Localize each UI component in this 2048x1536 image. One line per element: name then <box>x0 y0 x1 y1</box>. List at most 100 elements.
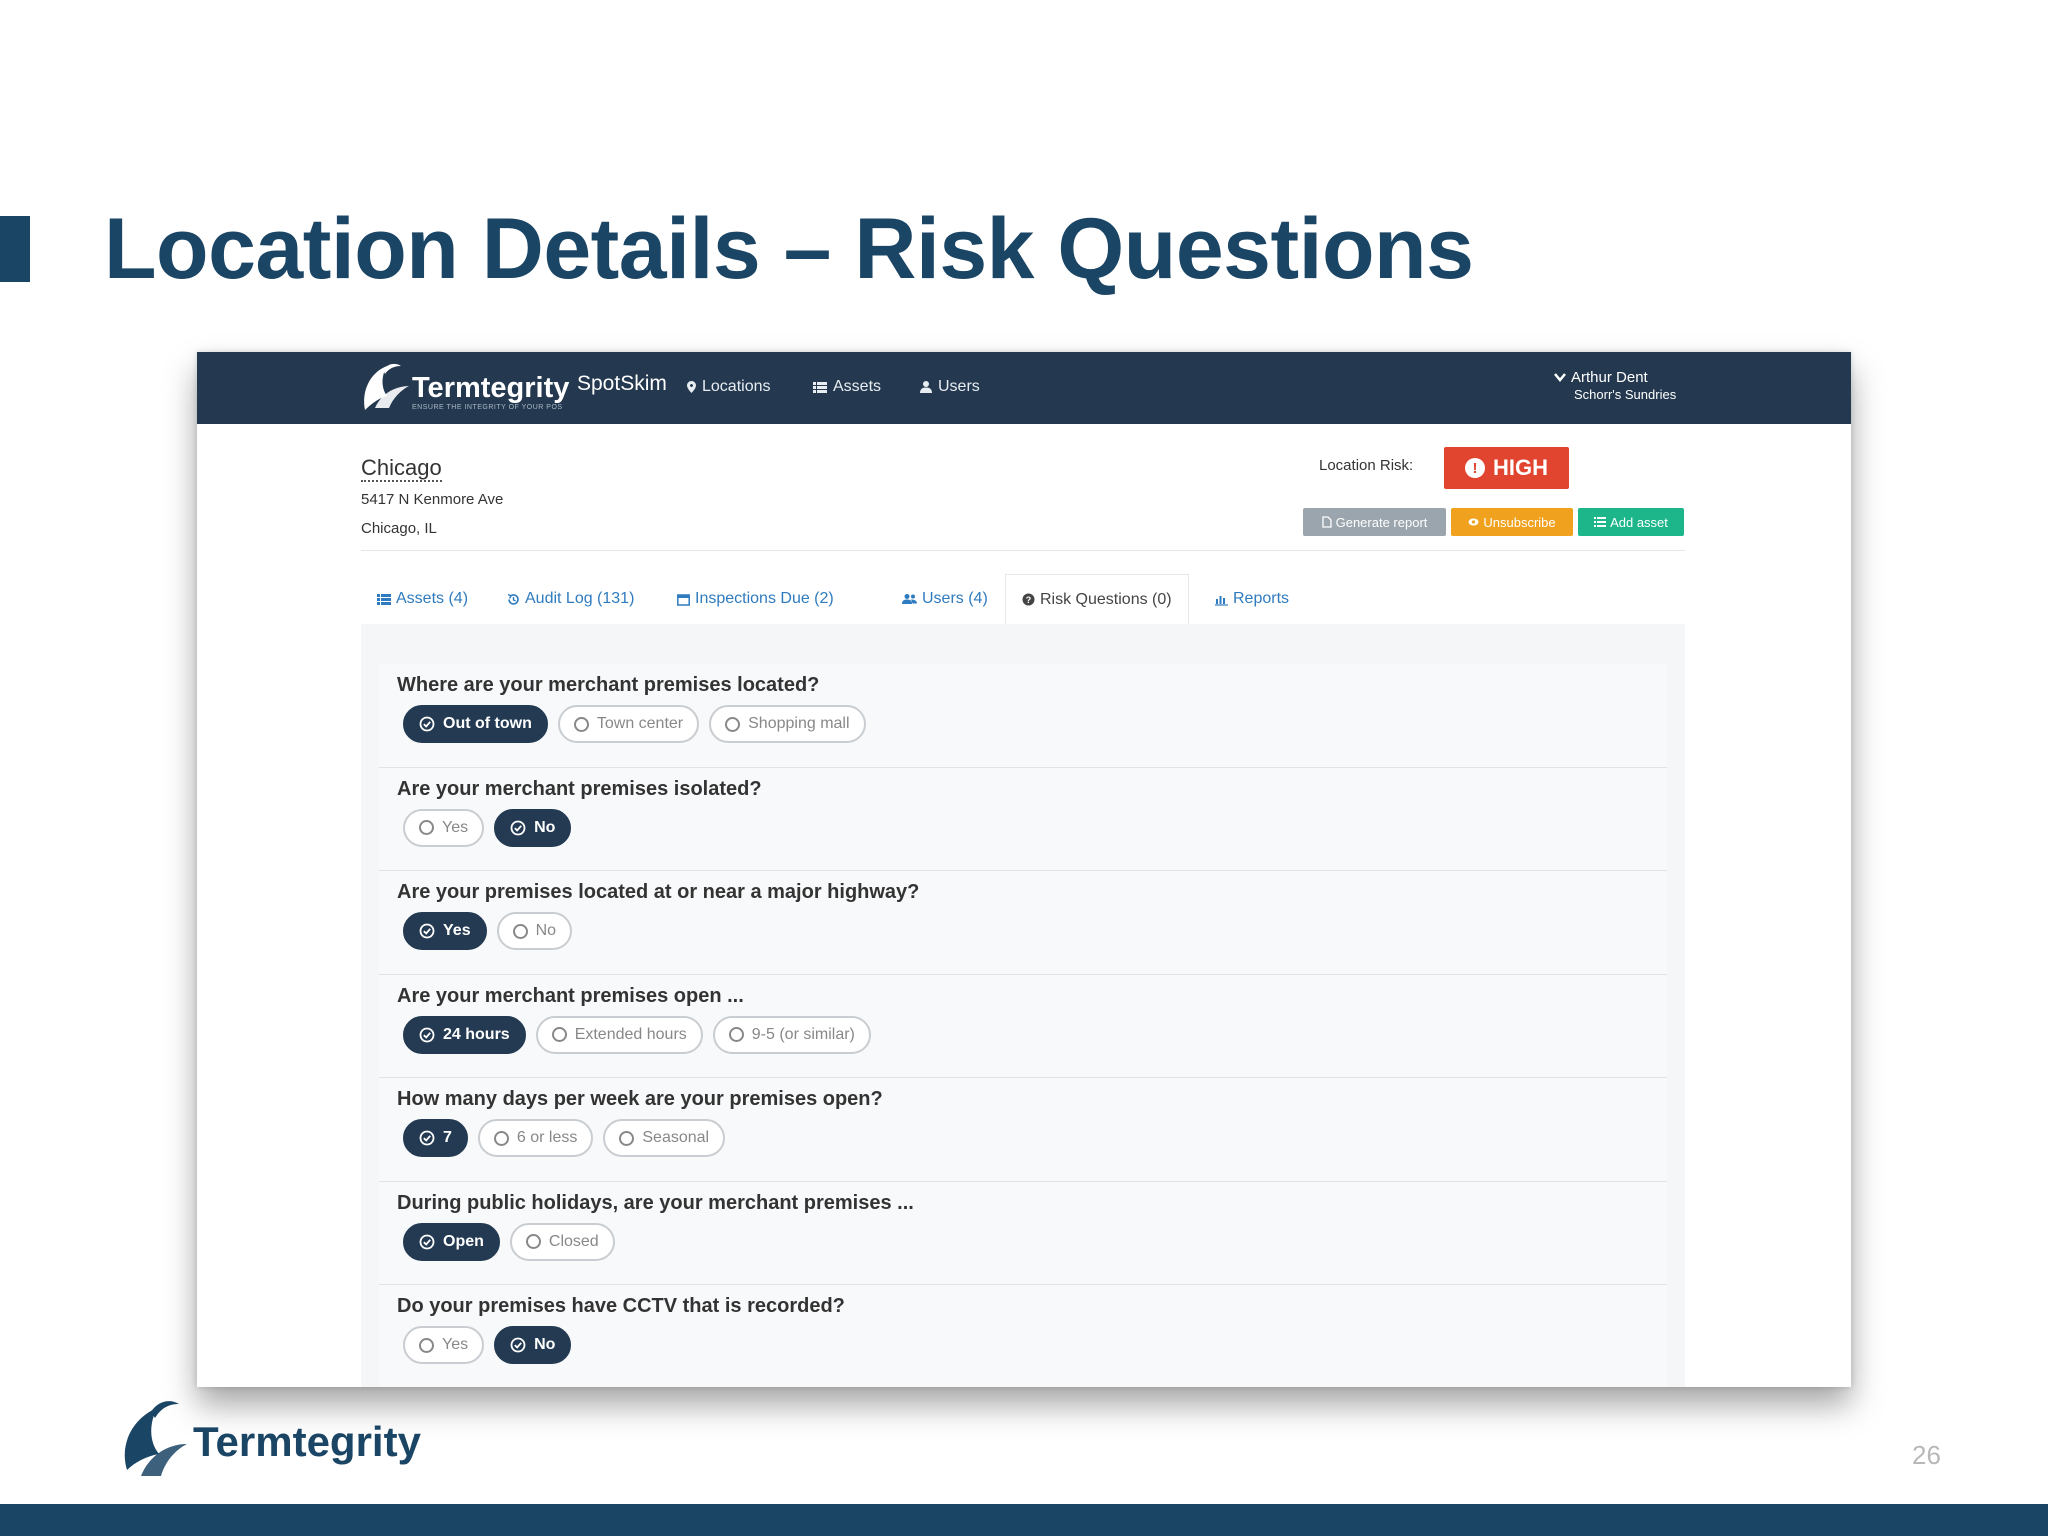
tab-label: Inspections Due (2) <box>695 590 834 607</box>
tab-label: Reports <box>1233 590 1290 607</box>
tab-audit-log[interactable]: Audit Log (131) <box>491 574 650 624</box>
radio-circle-icon <box>512 923 528 939</box>
exclamation-circle-icon: ! <box>1465 458 1485 478</box>
option-pill-selected[interactable]: 24 hours <box>403 1015 526 1054</box>
option-pill-selected[interactable]: No <box>494 1326 572 1364</box>
question-text: During public holidays, are your merchan… <box>397 1191 914 1214</box>
tab-bar: Assets (4) Audit Log (131) Inspections D… <box>361 574 1685 624</box>
option-label: Seasonal <box>642 1129 710 1146</box>
option-pill-selected[interactable]: Yes <box>403 912 487 950</box>
option-group: Out of town Town center Shopping mall <box>397 705 1667 743</box>
option-pill-selected[interactable]: Open <box>403 1222 500 1261</box>
tab-users[interactable]: Users (4) <box>886 574 1004 624</box>
app-screenshot: Termtegrity ENSURE THE INTEGRITY OF YOUR… <box>197 352 1851 1387</box>
generate-report-label: Generate report <box>1335 514 1428 530</box>
option-group: 7 6 or less Seasonal <box>397 1119 1667 1157</box>
tab-label: Audit Log (131) <box>525 590 635 607</box>
option-pill-selected[interactable]: No <box>494 808 572 847</box>
bar-chart-icon <box>1215 595 1228 606</box>
risk-badge: ! HIGH <box>1444 447 1569 489</box>
question-text: Are your merchant premises open ... <box>397 984 744 1007</box>
tab-inspections-due[interactable]: Inspections Due (2) <box>661 574 850 624</box>
navbar: Termtegrity ENSURE THE INTEGRITY OF YOUR… <box>197 352 1851 424</box>
list-icon <box>377 593 391 605</box>
nav-item-locations[interactable]: Locations <box>687 378 771 396</box>
nav-item-assets[interactable]: Assets <box>813 378 881 396</box>
option-group: Yes No <box>397 1326 1667 1364</box>
option-pill[interactable]: 6 or less <box>477 1119 594 1157</box>
option-label: No <box>535 922 557 939</box>
option-pill[interactable]: Yes <box>403 808 485 847</box>
generate-report-button[interactable]: Generate report <box>1303 508 1446 536</box>
option-label: Yes <box>443 922 471 939</box>
question-circle-icon: ? <box>1022 593 1035 606</box>
option-pill[interactable]: Closed <box>509 1222 615 1261</box>
option-group: Open Closed <box>397 1222 1667 1261</box>
navbar-brand[interactable]: SpotSkim <box>577 372 667 396</box>
option-label: Town center <box>596 715 684 732</box>
check-circle-icon <box>510 1337 526 1353</box>
check-circle-icon <box>419 1234 435 1249</box>
option-pill[interactable]: 9-5 (or similar) <box>712 1015 871 1054</box>
list-icon <box>813 381 827 393</box>
option-label: 6 or less <box>516 1129 578 1146</box>
radio-circle-icon <box>493 1130 509 1146</box>
option-pill-selected[interactable]: Out of town <box>403 705 548 743</box>
tab-reports[interactable]: Reports <box>1199 574 1305 624</box>
svg-text:?: ? <box>1026 595 1032 605</box>
check-circle-icon <box>419 1130 435 1146</box>
option-pill[interactable]: Shopping mall <box>709 705 866 743</box>
chevron-down-icon <box>1554 373 1566 382</box>
option-pill[interactable]: Seasonal <box>603 1119 726 1157</box>
check-circle-icon <box>510 820 526 835</box>
option-label: No <box>534 1336 556 1353</box>
divider <box>361 550 1685 551</box>
nav-item-label: Assets <box>833 378 882 395</box>
location-name[interactable]: Chicago <box>361 456 442 482</box>
question-row: Are your merchant premises open ... 24 ho… <box>379 974 1667 1078</box>
tab-label: Risk Questions (0) <box>1040 590 1172 608</box>
location-address-line1: 5417 N Kenmore Ave <box>361 491 504 508</box>
unsubscribe-button[interactable]: Unsubscribe <box>1451 508 1573 536</box>
question-list: Where are your merchant premises located… <box>379 664 1667 1387</box>
nav-item-label: Locations <box>702 378 771 395</box>
add-asset-button[interactable]: Add asset <box>1578 508 1684 536</box>
question-text: Where are your merchant premises located… <box>397 674 820 696</box>
question-text: How many days per week are your premises… <box>397 1088 883 1110</box>
radio-circle-icon <box>525 1234 541 1249</box>
tab-assets[interactable]: Assets (4) <box>361 574 484 624</box>
nav-item-users[interactable]: Users <box>920 378 980 396</box>
risk-value: HIGH <box>1493 455 1548 480</box>
user-org: Schorr's Sundries <box>1574 387 1677 402</box>
list-icon <box>1594 517 1607 527</box>
option-pill-selected[interactable]: 7 <box>403 1119 468 1157</box>
question-text: Are your merchant premises isolated? <box>397 777 762 800</box>
slide-title: Location Details – Risk Questions <box>104 201 1474 297</box>
page-number: 26 <box>1912 1440 1941 1470</box>
option-label: Shopping mall <box>748 715 850 732</box>
tab-risk-questions[interactable]: ? Risk Questions (0) <box>1005 574 1189 624</box>
option-pill[interactable]: Town center <box>557 705 700 743</box>
user-menu[interactable]: Arthur Dent Schorr's Sundries <box>1554 369 1676 402</box>
radio-circle-icon <box>619 1130 635 1146</box>
navbar-logo-text: Termtegrity <box>412 372 570 404</box>
option-pill[interactable]: Yes <box>403 1326 485 1364</box>
user-name: Arthur Dent <box>1571 369 1648 386</box>
file-icon <box>1321 516 1332 528</box>
option-label: No <box>534 818 556 836</box>
option-pill[interactable]: No <box>496 912 573 950</box>
question-row: Where are your merchant premises located… <box>379 664 1667 768</box>
option-label: 9-5 (or similar) <box>751 1025 855 1043</box>
option-label: Out of town <box>443 715 532 732</box>
check-circle-icon <box>419 923 435 939</box>
navbar-tagline: ENSURE THE INTEGRITY OF YOUR POS <box>412 404 563 411</box>
eye-slash-icon <box>1468 518 1479 526</box>
risk-questions-panel: Where are your merchant premises located… <box>361 624 1685 1387</box>
option-pill[interactable]: Extended hours <box>535 1015 703 1054</box>
option-label: Open <box>443 1232 484 1250</box>
map-pin-icon <box>687 381 696 393</box>
title-accent-bar <box>0 216 30 282</box>
risk-label: Location Risk: <box>1319 457 1414 474</box>
history-icon <box>507 593 519 605</box>
radio-circle-icon <box>728 1027 744 1042</box>
